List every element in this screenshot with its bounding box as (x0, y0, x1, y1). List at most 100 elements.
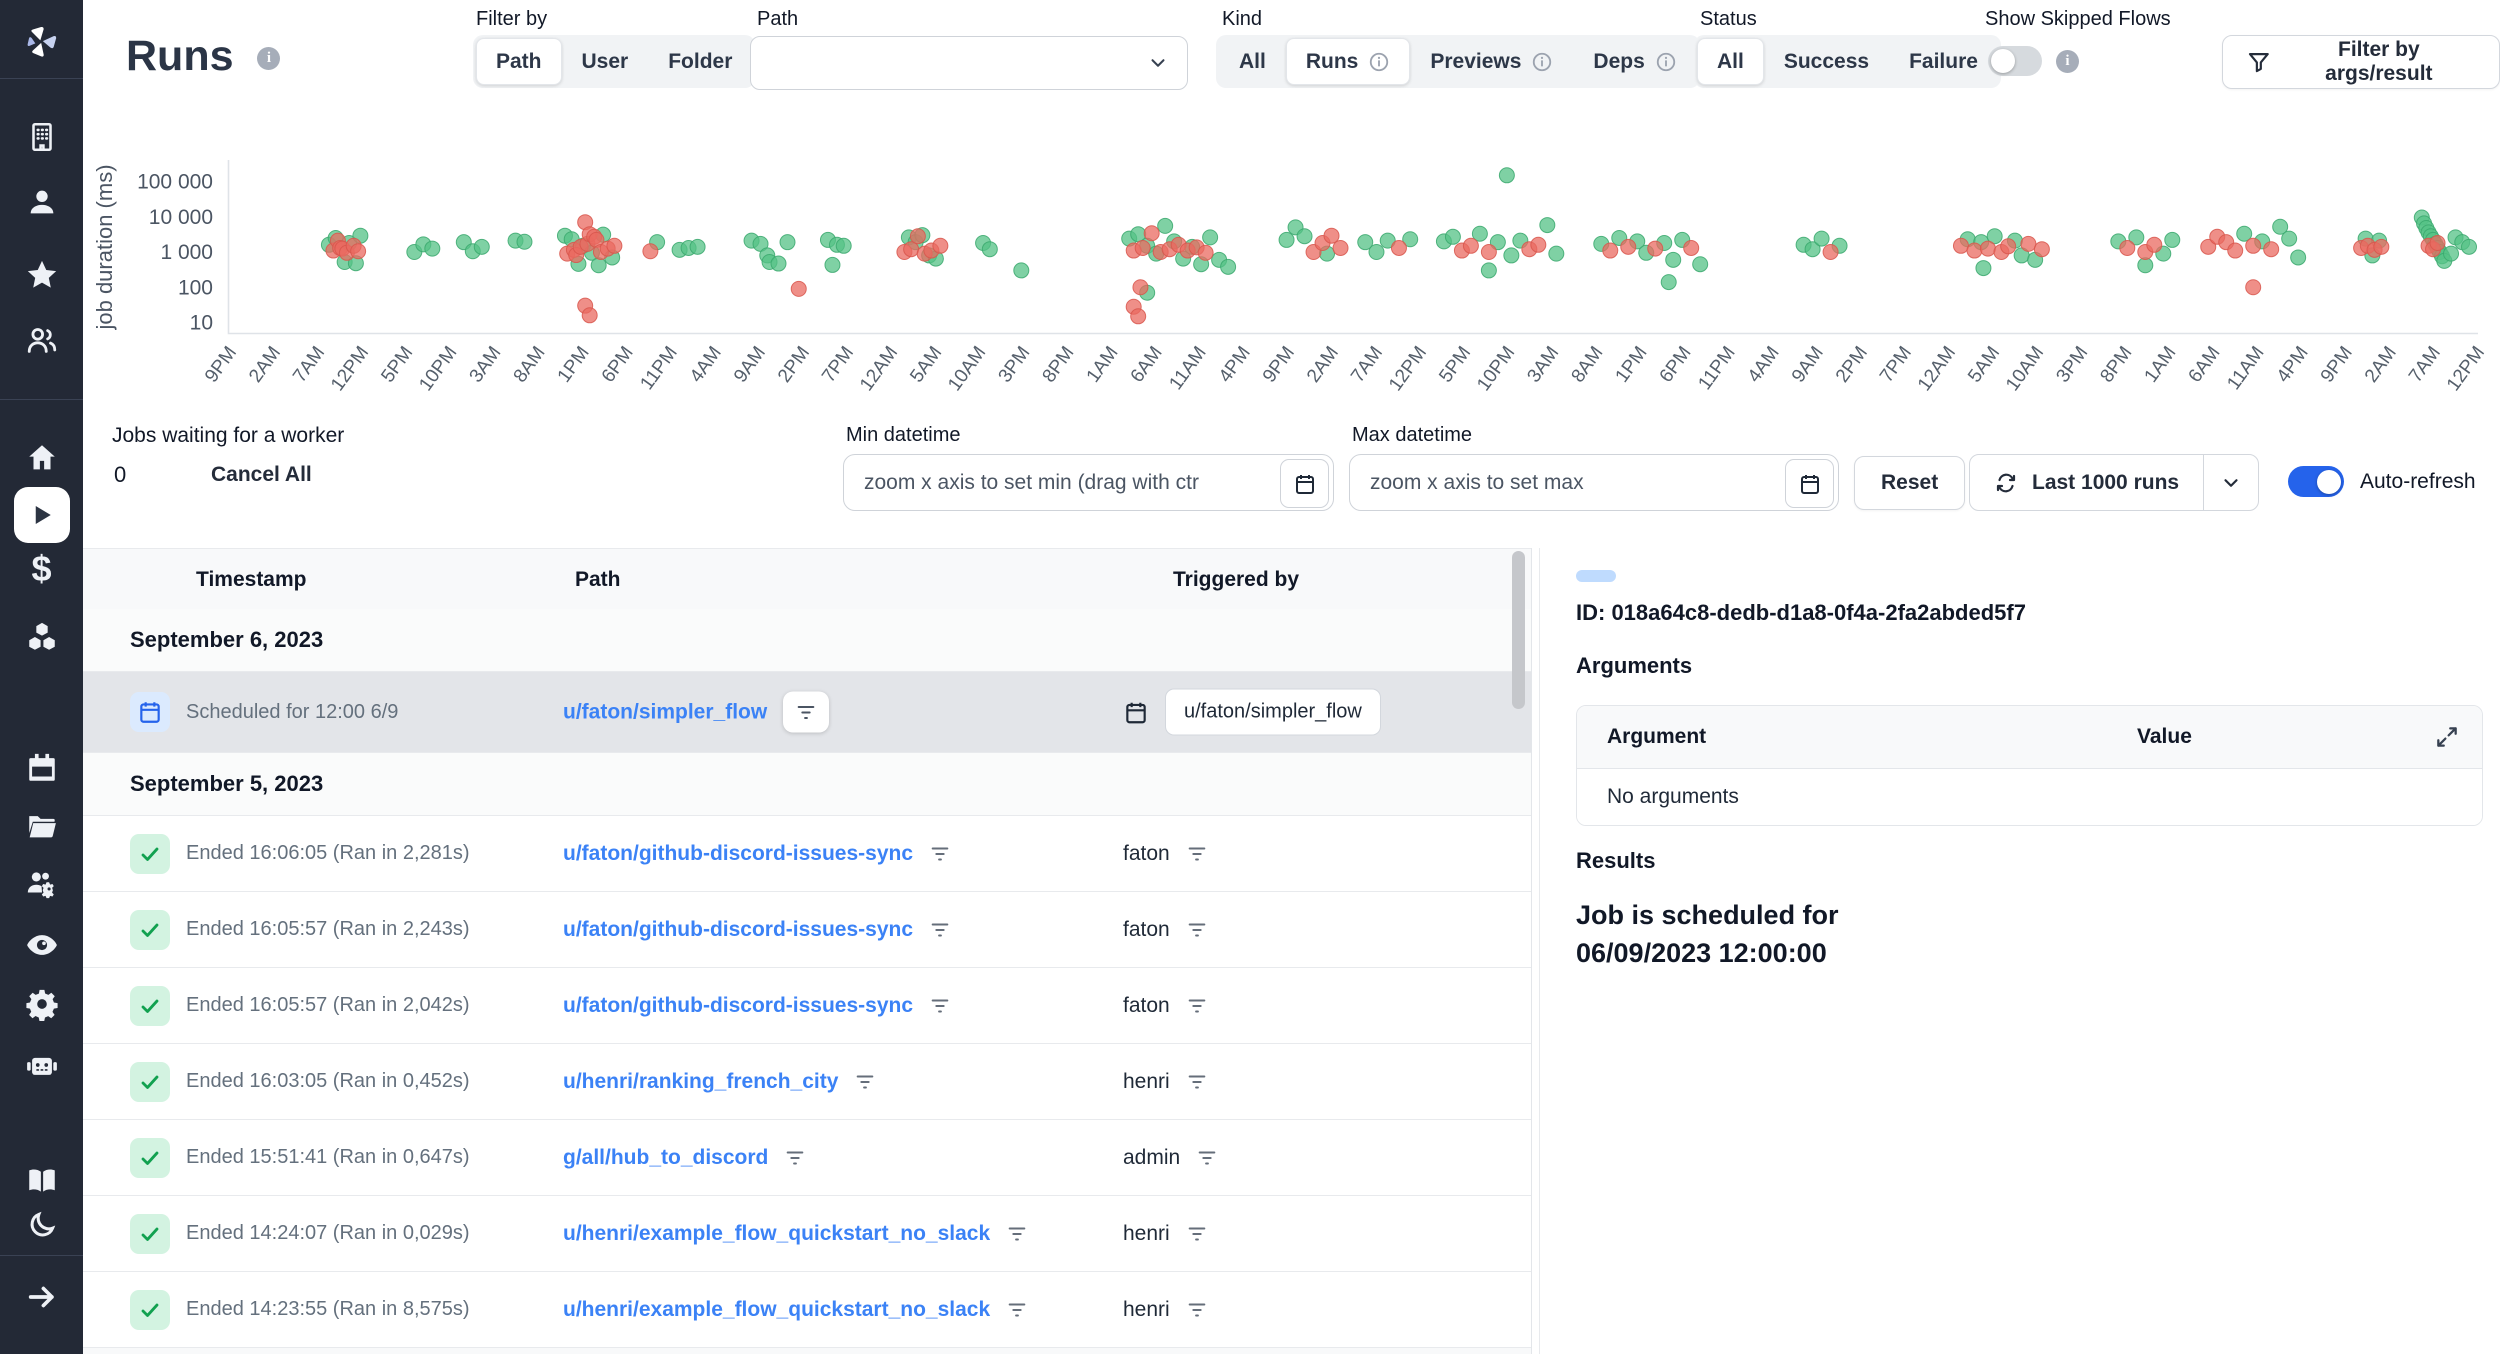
results-title: Results (1576, 848, 1655, 874)
svg-text:5PM: 5PM (1435, 343, 1475, 387)
home-icon[interactable] (25, 441, 59, 475)
windmill-logo-icon[interactable] (22, 22, 62, 62)
run-path-link[interactable]: u/henri/ranking_french_city (563, 1070, 838, 1094)
svg-text:4PM: 4PM (2273, 343, 2313, 387)
runs-duration-chart[interactable]: job duration (ms) 100 00010 0001 0001001… (0, 0, 2500, 420)
collapse-arrow-right-icon[interactable] (25, 1280, 59, 1314)
svg-text:2AM: 2AM (1303, 343, 1343, 387)
run-row[interactable]: Ended 16:03:05 (Ran in 0,452s) u/henri/ra… (83, 1044, 1531, 1120)
success-check-icon (138, 918, 162, 942)
filter-by-user-button[interactable] (1186, 1299, 1208, 1321)
date-group-row: September 5, 2023 (83, 753, 1531, 816)
svg-text:1AM: 1AM (1083, 343, 1123, 387)
filter-by-path-button[interactable] (784, 1147, 806, 1169)
triggered-by: faton (1123, 842, 1170, 866)
filter-by-path-button[interactable] (1006, 1299, 1028, 1321)
run-path-link[interactable]: u/faton/github-discord-issues-sync (563, 842, 913, 866)
auto-refresh-toggle[interactable] (2288, 466, 2344, 497)
svg-text:12AM: 12AM (1914, 343, 1960, 396)
docs-book-icon[interactable] (25, 1164, 59, 1198)
run-row[interactable]: Ended 14:23:55 (Ran in 8,575s)u/henri/ex… (83, 1272, 1531, 1348)
run-row[interactable]: Ended 15:51:41 (Ran in 0,647s)g/all/hub_… (83, 1120, 1531, 1196)
run-row[interactable]: Ended 16:05:57 (Ran in 2,042s)u/faton/gi… (83, 968, 1531, 1044)
run-path-link[interactable]: u/faton/github-discord-issues-sync (563, 994, 913, 1018)
filter-by-path-button[interactable] (929, 919, 951, 941)
filter-by-path-button[interactable] (929, 995, 951, 1017)
play-icon (27, 500, 57, 530)
filter-by-user-button[interactable] (1196, 1147, 1218, 1169)
svg-text:8AM: 8AM (1568, 343, 1608, 387)
filter-by-path-button[interactable] (854, 1071, 876, 1093)
run-path-link[interactable]: u/faton/simpler_flow (563, 700, 767, 724)
dollar-icon[interactable]: $ (25, 552, 59, 586)
reset-button[interactable]: Reset (1854, 456, 1965, 510)
filter-by-user-button[interactable] (1186, 1223, 1208, 1245)
success-badge (130, 986, 170, 1026)
sidebar-item-runs-active[interactable] (14, 487, 70, 543)
eye-icon[interactable] (25, 928, 59, 962)
filter-by-user-button[interactable] (1186, 995, 1208, 1017)
next-group-sliver (83, 1347, 1531, 1354)
svg-text:1PM: 1PM (554, 343, 594, 387)
min-datetime-calendar-button[interactable] (1280, 459, 1329, 508)
svg-text:10PM: 10PM (1473, 343, 1519, 396)
filter-by-user-button[interactable] (1186, 919, 1208, 941)
schedules-calendar-icon[interactable] (25, 751, 59, 785)
run-path-link[interactable]: u/henri/example_flow_quickstart_no_slack (563, 1298, 990, 1322)
star-icon[interactable] (25, 258, 59, 292)
runs-table: Timestamp Path Triggered by September 6,… (83, 548, 1531, 1354)
table-scrollbar-thumb[interactable] (1512, 551, 1525, 709)
svg-text:5AM: 5AM (906, 343, 946, 387)
calendar-icon (1123, 699, 1149, 725)
svg-text:12PM: 12PM (1385, 343, 1431, 396)
run-path-link[interactable]: g/all/hub_to_discord (563, 1146, 768, 1170)
cancel-all-button[interactable]: Cancel All (205, 462, 318, 488)
last-runs-button[interactable]: Last 1000 runs (1970, 455, 2203, 510)
svg-text:7PM: 7PM (818, 343, 858, 387)
last-runs-dropdown-button[interactable] (2203, 455, 2258, 510)
users-group-icon[interactable] (25, 323, 59, 357)
chevron-down-icon (2220, 472, 2242, 494)
success-badge (130, 1214, 170, 1254)
triggered-by-chip[interactable]: u/faton/simpler_flow (1165, 689, 1381, 736)
scheduled-calendar-icon (137, 699, 163, 725)
filter-lines-icon (784, 1147, 806, 1169)
filter-by-path-button[interactable] (929, 843, 951, 865)
workers-robot-icon[interactable] (25, 1048, 59, 1082)
settings-gear-icon[interactable] (25, 987, 59, 1021)
argument-col: Argument (1607, 725, 1706, 749)
filter-by-user-button[interactable] (1186, 1071, 1208, 1093)
min-datetime-input[interactable] (843, 454, 1334, 511)
svg-text:8AM: 8AM (510, 343, 550, 387)
svg-text:7AM: 7AM (1347, 343, 1387, 387)
svg-text:10AM: 10AM (944, 343, 990, 396)
cubes-icon[interactable] (25, 620, 59, 654)
svg-text:11AM: 11AM (1165, 343, 1210, 394)
svg-text:100 000: 100 000 (137, 171, 213, 194)
run-row[interactable]: Ended 16:06:05 (Ran in 2,281s)u/faton/gi… (83, 816, 1531, 892)
filter-by-user-button[interactable] (1186, 843, 1208, 865)
jobs-waiting-count: 0 (114, 462, 126, 488)
chart-ylabel: job duration (ms) (92, 164, 117, 330)
run-timestamp: Ended 16:03:05 (Ran in 0,452s) (186, 1070, 470, 1093)
run-path-link[interactable]: u/henri/example_flow_quickstart_no_slack (563, 1222, 990, 1246)
svg-text:12PM: 12PM (327, 343, 373, 396)
run-path-link[interactable]: u/faton/github-discord-issues-sync (563, 918, 913, 942)
run-row[interactable]: Ended 16:05:57 (Ran in 2,243s)u/faton/gi… (83, 892, 1531, 968)
run-row[interactable]: Ended 14:24:07 (Ran in 0,029s)u/henri/ex… (83, 1196, 1531, 1272)
success-check-icon (138, 842, 162, 866)
workspace-building-icon[interactable] (25, 120, 59, 154)
max-datetime-input[interactable] (1349, 454, 1839, 511)
triggered-by: henri (1123, 1222, 1170, 1246)
run-row-selected[interactable]: Scheduled for 12:00 6/9u/faton/simpler_f… (83, 672, 1531, 753)
user-icon[interactable] (25, 185, 59, 219)
groups-settings-icon[interactable] (25, 867, 59, 901)
svg-text:9PM: 9PM (2317, 343, 2357, 387)
filter-by-path-button[interactable] (1006, 1223, 1028, 1245)
expand-icon[interactable] (2434, 724, 2460, 750)
filter-by-path-button[interactable] (783, 692, 829, 733)
dark-mode-moon-icon[interactable] (27, 1210, 57, 1240)
folders-icon[interactable] (25, 809, 59, 843)
max-datetime-calendar-button[interactable] (1785, 459, 1834, 508)
last-runs-split-button: Last 1000 runs (1969, 454, 2259, 511)
